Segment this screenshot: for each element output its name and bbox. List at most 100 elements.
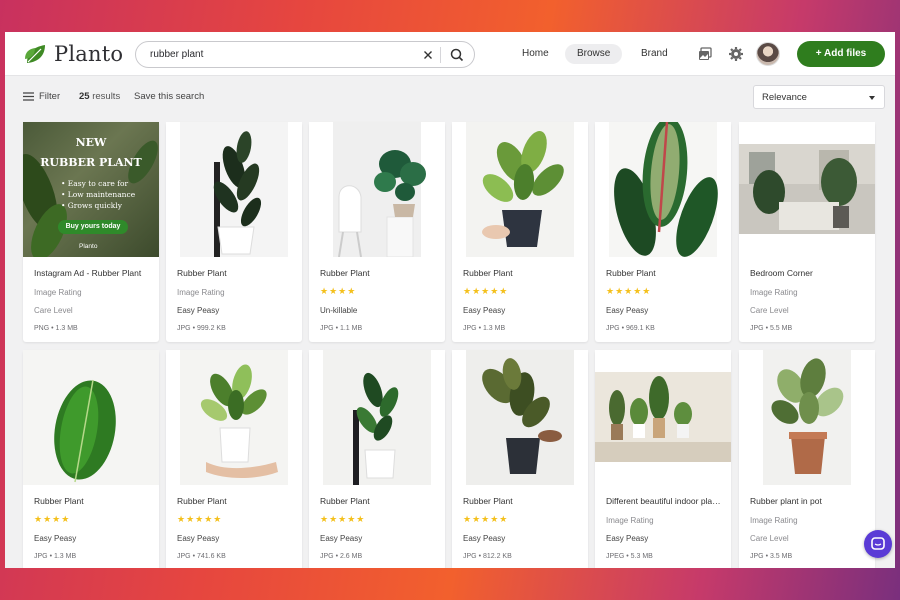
nav-home[interactable]: Home — [510, 44, 561, 64]
search-icon[interactable] — [449, 47, 465, 63]
logo[interactable]: Planto — [23, 40, 123, 68]
filter-button[interactable]: Filter — [39, 91, 60, 102]
file-size: 3.5 MB — [769, 553, 793, 560]
card-thumbnail — [595, 350, 731, 485]
card-thumbnail — [23, 350, 159, 485]
asset-card[interactable]: Rubber Plant ★★★★ Un-killable JPG • 1.1 … — [309, 122, 445, 342]
leaf-logo-icon — [25, 45, 45, 63]
file-type: PNG — [34, 325, 50, 332]
card-care-label: Easy Peasy — [606, 534, 649, 543]
asset-card[interactable]: Rubber Plant ★★★★★ Easy Peasy JPG • 969.… — [595, 122, 731, 342]
file-type: JPG — [177, 553, 191, 560]
app-window: Planto rubber plant Home Browse Brand + … — [5, 32, 895, 568]
chat-icon — [871, 537, 885, 550]
rubber-plant-image — [323, 350, 431, 485]
card-file-info: JPG • 741.6 KB — [177, 553, 226, 560]
card-care-label: Easy Peasy — [463, 534, 506, 543]
star-rating: ★★★★★ — [320, 514, 366, 524]
save-search-link[interactable]: Save this search — [134, 91, 204, 102]
card-rating-label: Image Rating — [177, 288, 225, 297]
file-type: JPG — [750, 553, 764, 560]
asset-card[interactable]: Rubber Plant ★★★★ Easy Peasy JPG • 1.3 M… — [23, 350, 159, 568]
card-title: Rubber Plant — [320, 496, 370, 506]
asset-card[interactable]: Different beautiful indoor plants Image … — [595, 350, 731, 568]
card-file-info: JPG • 5.5 MB — [750, 325, 793, 332]
file-size: 5.5 MB — [769, 325, 793, 332]
ad-cta-button: Buy yours today — [58, 220, 128, 234]
asset-card[interactable]: Rubber Plant ★★★★★ Easy Peasy JPG • 741.… — [166, 350, 302, 568]
card-file-info: JPG • 812.2 KB — [463, 553, 512, 560]
file-size: 5.3 MB — [630, 553, 653, 560]
file-size: 1.3 MB — [482, 325, 506, 332]
close-icon[interactable] — [420, 47, 436, 63]
card-title: Rubber plant in pot — [750, 496, 822, 506]
search-bar: rubber plant — [135, 41, 475, 68]
card-thumbnail — [309, 350, 445, 485]
asset-card[interactable]: Rubber Plant Image Rating Easy Peasy JPG… — [166, 122, 302, 342]
indoor-plants-image — [595, 372, 731, 462]
rubber-plant-image — [180, 122, 288, 257]
search-input[interactable]: rubber plant — [150, 49, 203, 60]
add-files-button[interactable]: + Add files — [797, 41, 885, 67]
bedroom-image — [739, 144, 875, 234]
results-number: 25 — [79, 91, 90, 102]
card-title: Rubber Plant — [320, 268, 370, 278]
asset-card[interactable]: Rubber Plant ★★★★★ Easy Peasy JPG • 1.3 … — [452, 122, 588, 342]
file-type: JPG — [177, 325, 191, 332]
star-rating: ★★★★★ — [177, 514, 223, 524]
card-file-info: JPG • 1.1 MB — [320, 325, 363, 332]
rubber-plant-image — [466, 350, 574, 485]
file-type: JPG — [320, 325, 334, 332]
card-care-label: Easy Peasy — [177, 306, 220, 315]
file-type: JPG — [320, 553, 334, 560]
star-rating: ★★★★ — [34, 514, 71, 524]
asset-card[interactable]: Rubber Plant ★★★★★ Easy Peasy JPG • 812.… — [452, 350, 588, 568]
sort-value: Relevance — [762, 92, 807, 103]
card-thumbnail — [452, 350, 588, 485]
avatar[interactable] — [756, 42, 780, 66]
ad-thumbnail: NEW RUBBER PLANT • Easy to care for • Lo… — [23, 122, 159, 257]
card-care-label: Easy Peasy — [177, 534, 220, 543]
nav-browse[interactable]: Browse — [565, 44, 623, 64]
card-thumbnail — [595, 122, 731, 257]
file-type: JPG — [463, 325, 477, 332]
card-care-label: Easy Peasy — [463, 306, 506, 315]
card-thumbnail — [739, 122, 875, 257]
file-type: JPG — [463, 553, 477, 560]
file-size: 1.3 MB — [53, 553, 77, 560]
card-thumbnail — [309, 122, 445, 257]
potted-rubber-plant-image — [763, 350, 851, 485]
image-gallery-icon[interactable] — [696, 45, 714, 63]
asset-card[interactable]: Rubber Plant ★★★★★ Easy Peasy JPG • 2.6 … — [309, 350, 445, 568]
asset-card[interactable]: Rubber plant in pot Image Rating Care Le… — [739, 350, 875, 568]
card-title: Bedroom Corner — [750, 268, 813, 278]
asset-card[interactable]: Bedroom Corner Image Rating Care Level J… — [739, 122, 875, 342]
sort-select[interactable]: Relevance — [753, 85, 885, 109]
card-rating-label: Image Rating — [750, 516, 798, 525]
card-file-info: JPG • 999.2 KB — [177, 325, 226, 332]
card-care-label: Care Level — [34, 306, 73, 315]
card-title: Rubber Plant — [463, 268, 513, 278]
card-thumbnail — [452, 122, 588, 257]
card-title: Rubber Plant — [177, 496, 227, 506]
top-bar: Planto rubber plant Home Browse Brand + … — [5, 32, 895, 76]
rubber-plant-image — [180, 350, 288, 485]
caret-down-icon — [869, 96, 875, 100]
card-title: Rubber Plant — [606, 268, 656, 278]
card-rating-label: Image Rating — [606, 516, 654, 525]
card-file-info: JPG • 1.3 MB — [34, 553, 77, 560]
ad-bullet: • Grows quickly — [61, 201, 122, 210]
filter-icon[interactable] — [23, 92, 34, 101]
card-thumbnail — [166, 122, 302, 257]
chat-button[interactable] — [864, 530, 892, 558]
asset-card[interactable]: NEW RUBBER PLANT • Easy to care for • Lo… — [23, 122, 159, 342]
file-size: 1.3 MB — [55, 325, 78, 332]
card-file-info: JPG • 3.5 MB — [750, 553, 793, 560]
logo-text: Planto — [54, 42, 124, 66]
card-title: Rubber Plant — [463, 496, 513, 506]
card-care-label: Care Level — [750, 534, 789, 543]
gear-icon[interactable] — [727, 45, 745, 63]
ad-bullets: • Easy to care for • Low maintenance • G… — [61, 178, 135, 211]
file-size: 1.1 MB — [339, 325, 363, 332]
nav-brand[interactable]: Brand — [629, 44, 680, 64]
